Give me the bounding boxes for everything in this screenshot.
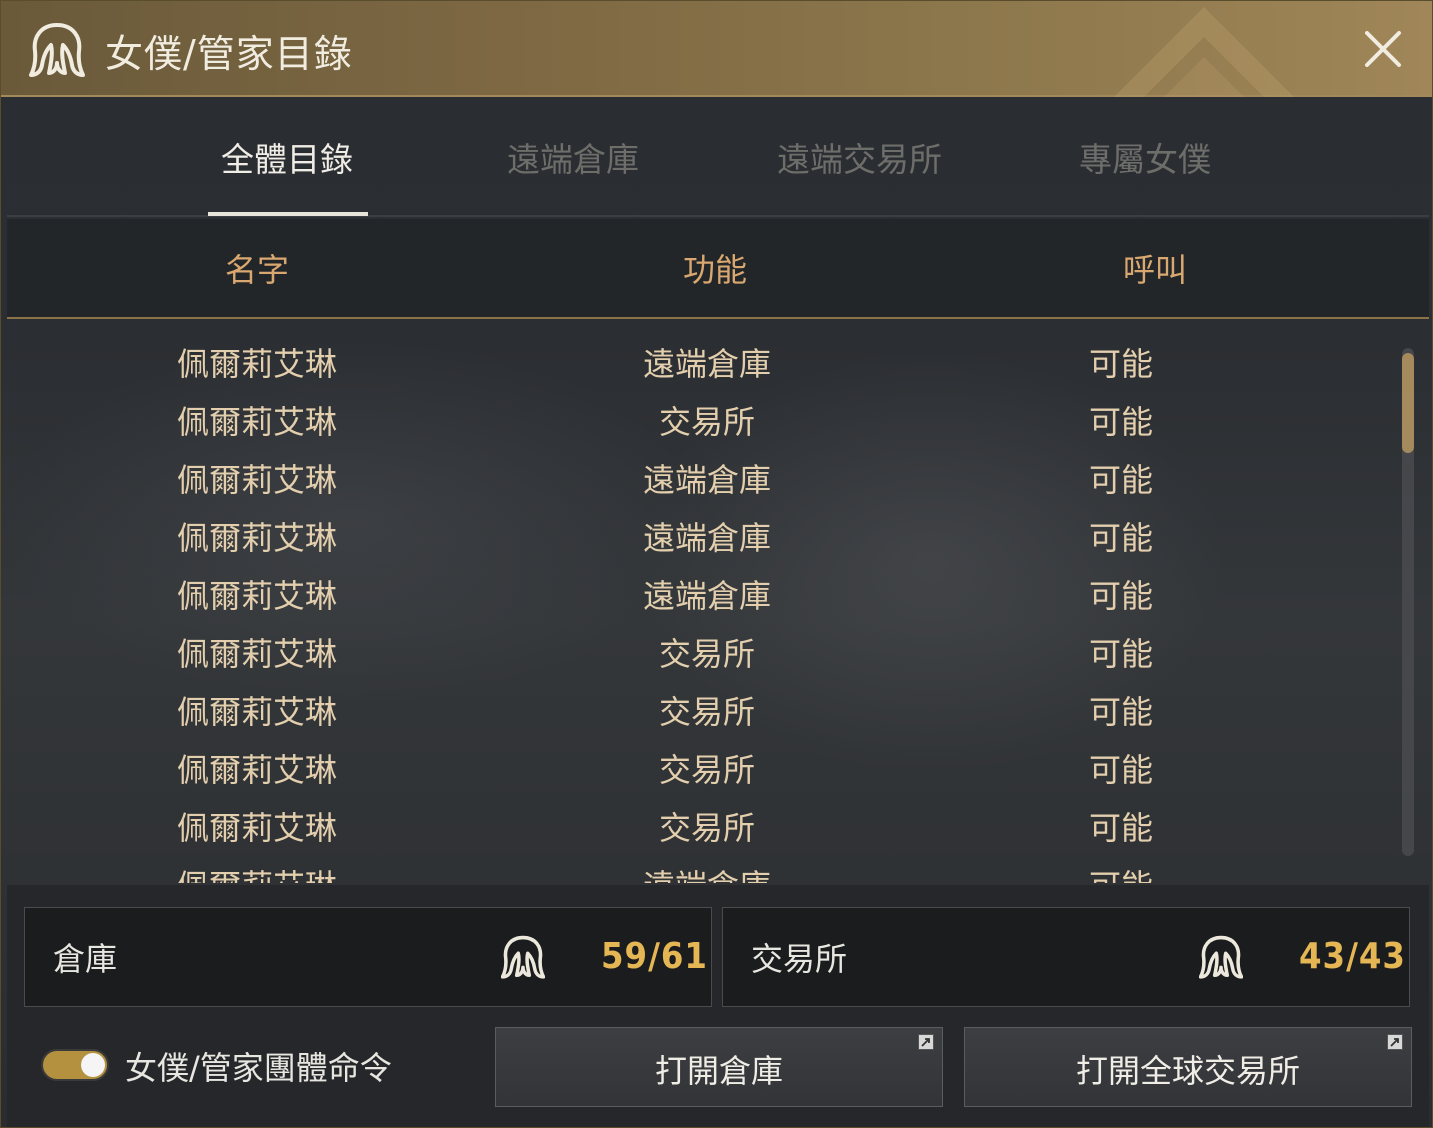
maid-name: 佩爾莉艾琳 <box>177 461 338 499</box>
toggle-knob <box>81 1053 105 1077</box>
maid-call-status: 可能 <box>1089 345 1154 383</box>
group-command-label: 女僕/管家團體命令 <box>125 1049 392 1087</box>
maid-name: 佩爾莉艾琳 <box>177 693 338 731</box>
maid-call-status: 可能 <box>1089 577 1154 615</box>
maid-call-status: 可能 <box>1089 635 1154 673</box>
maid-call-status: 可能 <box>1089 693 1154 731</box>
market-count-panel: 交易所 43/43 <box>722 907 1410 1007</box>
external-open-icon <box>918 1034 934 1050</box>
column-call-header[interactable]: 呼叫 <box>1123 245 1187 291</box>
maid-list[interactable]: 佩爾莉艾琳 遠端倉庫 可能 佩爾莉艾琳 交易所 可能 佩爾莉艾琳 遠端倉庫 可能… <box>7 321 1429 883</box>
list-item[interactable]: 佩爾莉艾琳 交易所 可能 <box>7 795 1387 853</box>
list-item[interactable]: 佩爾莉艾琳 交易所 可能 <box>7 389 1387 447</box>
list-item[interactable]: 佩爾莉艾琳 遠端倉庫 可能 <box>7 853 1387 883</box>
tab-exclusive-maid[interactable]: 專屬女僕 <box>1079 133 1211 181</box>
list-item[interactable]: 佩爾莉艾琳 遠端倉庫 可能 <box>7 563 1387 621</box>
maid-function: 遠端倉庫 <box>642 461 771 499</box>
tab-remote-warehouse[interactable]: 遠端倉庫 <box>507 133 639 181</box>
close-icon[interactable] <box>1361 27 1405 71</box>
open-global-market-button[interactable]: 打開全球交易所 <box>964 1027 1412 1107</box>
maid-name: 佩爾莉艾琳 <box>177 577 338 615</box>
warehouse-count: 59/61 <box>601 936 708 977</box>
maid-butler-list-window: 女僕/管家目錄 全體目錄 遠端倉庫 遠端交易所 專屬女僕 名字 功能 呼叫 佩爾… <box>0 0 1433 1128</box>
maid-icon <box>501 935 545 979</box>
maid-name: 佩爾莉艾琳 <box>177 635 338 673</box>
maid-icon <box>29 23 85 77</box>
maid-name: 佩爾莉艾琳 <box>177 809 338 847</box>
list-item[interactable]: 佩爾莉艾琳 交易所 可能 <box>7 679 1387 737</box>
tab-remote-market[interactable]: 遠端交易所 <box>777 133 942 181</box>
maid-call-status: 可能 <box>1089 809 1154 847</box>
market-label: 交易所 <box>751 940 848 978</box>
maid-name: 佩爾莉艾琳 <box>177 751 338 789</box>
open-warehouse-label: 打開倉庫 <box>654 1052 783 1090</box>
maid-function: 交易所 <box>658 809 755 847</box>
market-count: 43/43 <box>1299 936 1406 977</box>
maid-call-status: 可能 <box>1089 751 1154 789</box>
open-warehouse-button[interactable]: 打開倉庫 <box>495 1027 943 1107</box>
maid-name: 佩爾莉艾琳 <box>177 403 338 441</box>
maid-function: 交易所 <box>658 403 755 441</box>
maid-function: 交易所 <box>658 751 755 789</box>
column-header: 名字 功能 呼叫 <box>7 219 1429 319</box>
group-command-toggle[interactable] <box>41 1049 109 1081</box>
maid-name: 佩爾莉艾琳 <box>177 345 338 383</box>
list-item[interactable]: 佩爾莉艾琳 遠端倉庫 可能 <box>7 331 1387 389</box>
warehouse-label: 倉庫 <box>53 940 118 978</box>
column-function-header[interactable]: 功能 <box>683 245 747 291</box>
maid-call-status: 可能 <box>1089 403 1154 441</box>
maid-call-status: 可能 <box>1089 519 1154 557</box>
maid-name: 佩爾莉艾琳 <box>177 861 337 883</box>
maid-function: 交易所 <box>658 693 755 731</box>
list-item[interactable]: 佩爾莉艾琳 遠端倉庫 可能 <box>7 447 1387 505</box>
tab-all-list[interactable]: 全體目錄 <box>221 133 353 181</box>
window-title: 女僕/管家目錄 <box>105 32 353 76</box>
warehouse-count-panel: 倉庫 59/61 <box>24 907 712 1007</box>
external-open-icon <box>1387 1034 1403 1050</box>
maid-call-status: 可能 <box>1089 461 1154 499</box>
maid-function: 交易所 <box>658 635 755 673</box>
active-tab-indicator <box>208 212 368 216</box>
maid-function: 遠端倉庫 <box>642 519 771 557</box>
column-name-header[interactable]: 名字 <box>225 245 289 291</box>
title-decoration <box>1114 7 1294 97</box>
maid-function: 遠端倉庫 <box>642 577 771 615</box>
open-global-market-label: 打開全球交易所 <box>1075 1052 1300 1090</box>
list-scrollbar-thumb[interactable] <box>1402 353 1414 453</box>
maid-function: 遠端倉庫 <box>527 861 887 883</box>
title-bar[interactable]: 女僕/管家目錄 <box>1 1 1432 97</box>
maid-call-status: 可能 <box>1089 861 1153 883</box>
maid-icon <box>1199 935 1243 979</box>
list-item[interactable]: 佩爾莉艾琳 交易所 可能 <box>7 737 1387 795</box>
tab-bar: 全體目錄 遠端倉庫 遠端交易所 專屬女僕 <box>1 97 1432 217</box>
list-item[interactable]: 佩爾莉艾琳 交易所 可能 <box>7 621 1387 679</box>
maid-name: 佩爾莉艾琳 <box>177 519 338 557</box>
list-item[interactable]: 佩爾莉艾琳 遠端倉庫 可能 <box>7 505 1387 563</box>
maid-function: 遠端倉庫 <box>642 345 771 383</box>
